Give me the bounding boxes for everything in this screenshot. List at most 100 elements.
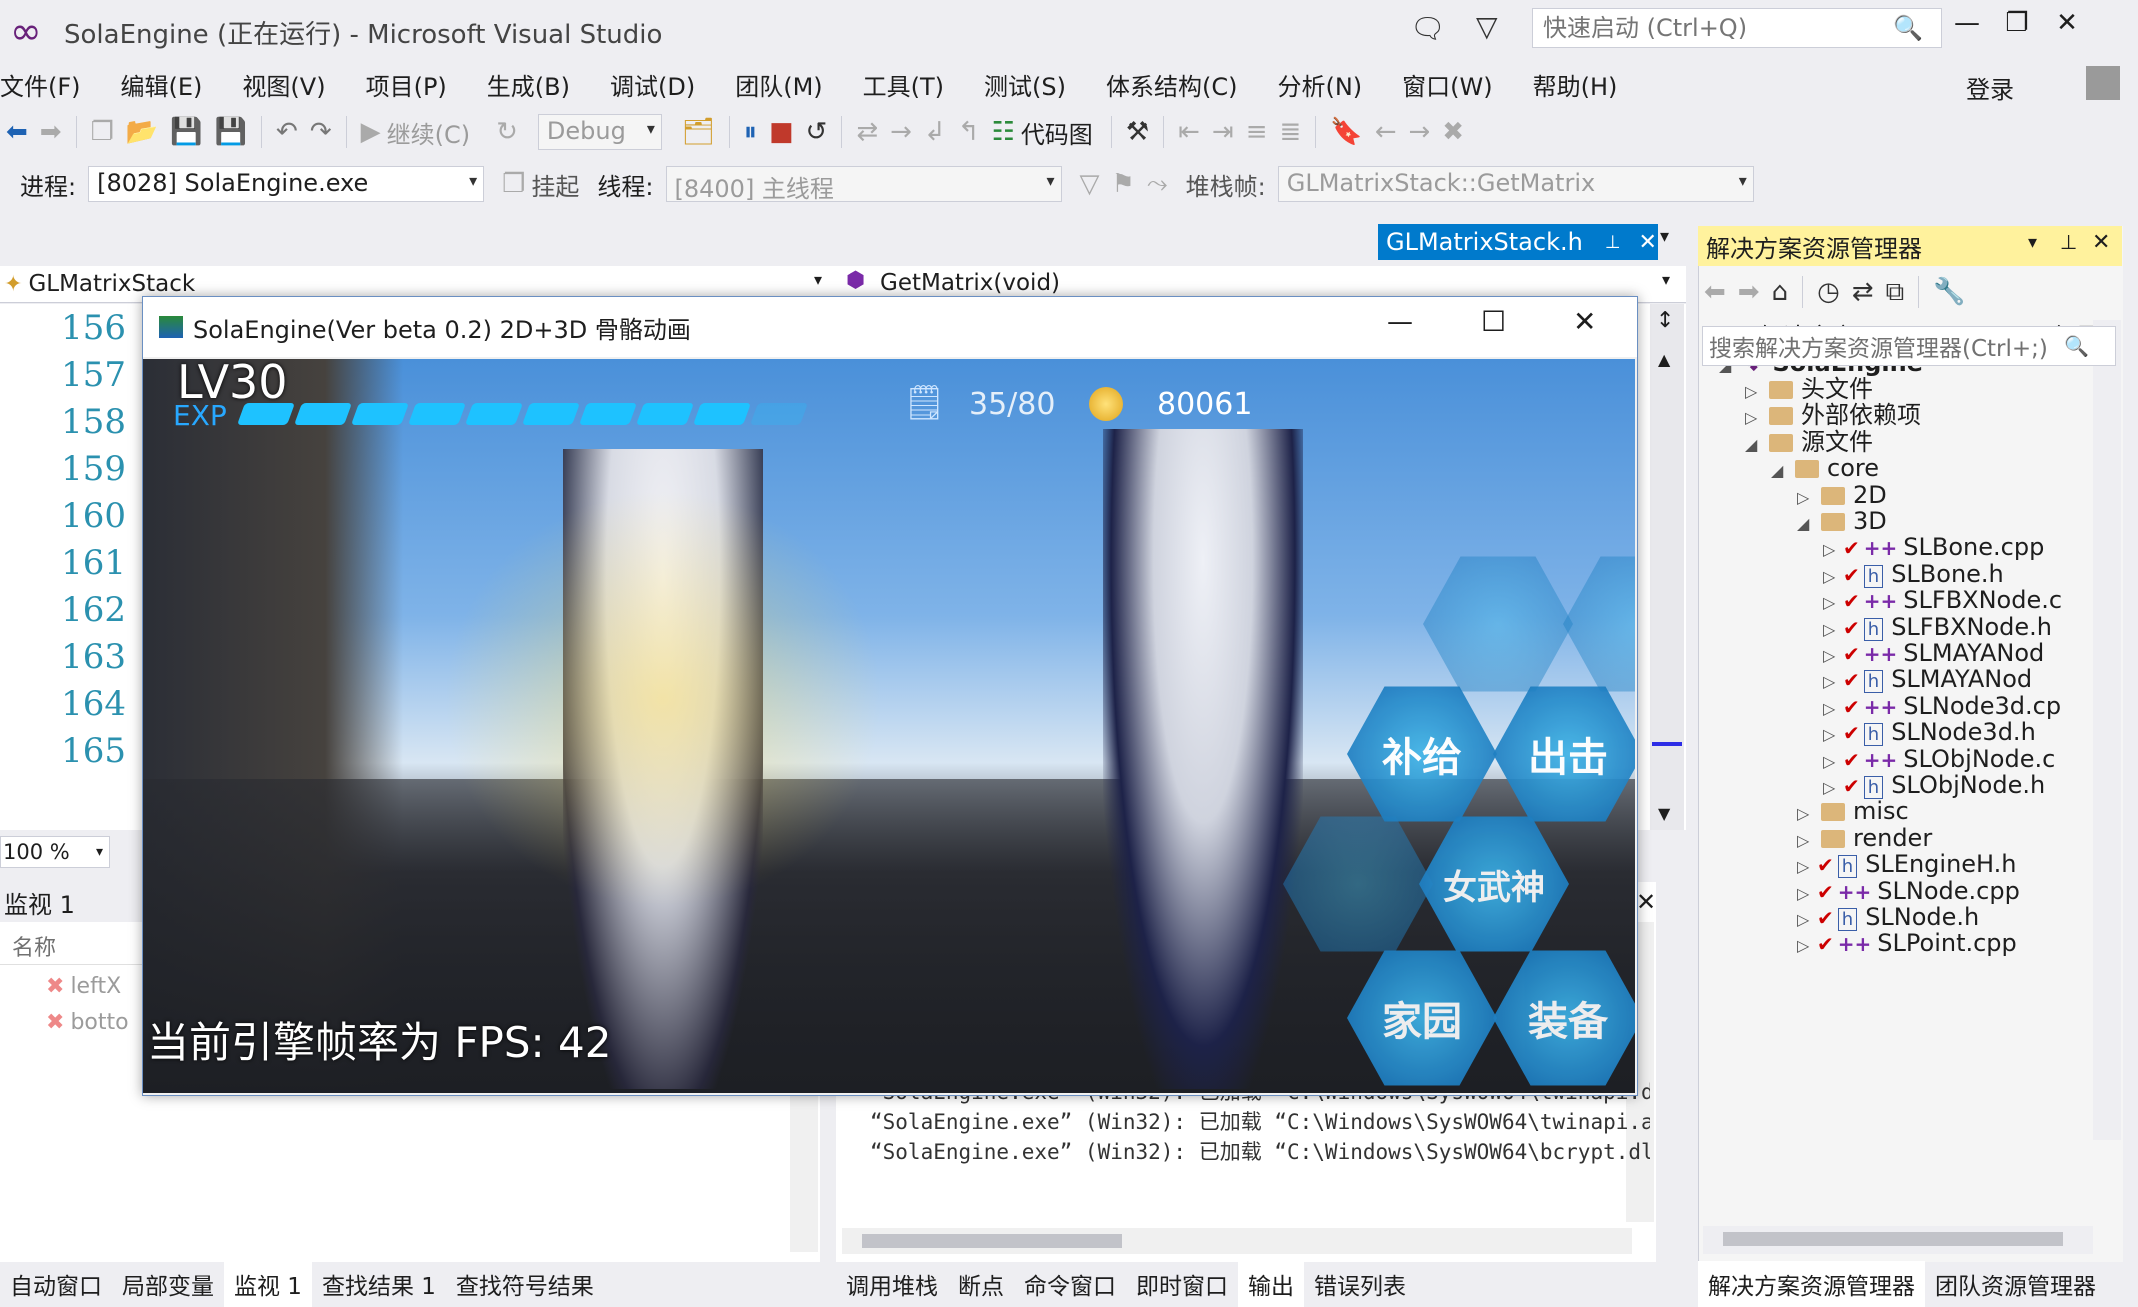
panel-tab[interactable]: 错误列表 [1304, 1261, 1416, 1307]
menu-item[interactable]: 生成(B) [487, 67, 570, 102]
filter-icon[interactable]: ▽ [1476, 10, 1498, 43]
zoom-select[interactable]: 100 % ▾ [0, 836, 110, 868]
panel-tab[interactable]: 查找符号结果 [446, 1261, 604, 1307]
game-maximize-button[interactable]: ☐ [1481, 305, 1506, 338]
panel-tab[interactable]: 输出 [1238, 1261, 1304, 1307]
menu-item[interactable]: 调试(D) [610, 67, 695, 102]
menu-item[interactable]: 工具(T) [863, 67, 944, 102]
prev-bookmark-icon[interactable]: ← [1369, 117, 1403, 147]
thread-select[interactable]: [8400] 主线程 ▾ [665, 166, 1062, 203]
filter-threads-icon[interactable]: ▽ [1074, 169, 1106, 199]
menu-item[interactable]: 测试(S) [984, 67, 1066, 102]
menu-item[interactable]: 项目(P) [366, 67, 447, 102]
solution-config-select[interactable]: Debug ▾ [537, 114, 662, 150]
save-icon[interactable]: 💾 [164, 117, 208, 147]
suspend-icon[interactable]: ❐ [496, 169, 531, 199]
diagnostic-tools-icon[interactable]: ⚒ [1120, 117, 1155, 147]
se-history-icon[interactable]: ◷ [1811, 277, 1846, 307]
panel-tab[interactable]: 查找结果 1 [312, 1261, 446, 1307]
restart-icon[interactable]: ↺ [800, 117, 834, 147]
expand-callstack-icon[interactable]: ⤳ [1141, 169, 1174, 200]
menu-item[interactable]: 文件(F) [0, 67, 81, 102]
stop-debugging-icon[interactable]: ■ [763, 117, 800, 147]
menu-item[interactable]: 编辑(E) [121, 67, 203, 102]
nav-scope-dropdown-icon[interactable]: ▾ [814, 270, 822, 289]
flag-threads-icon[interactable]: ⚑ [1106, 169, 1141, 199]
menu-item[interactable]: 视图(V) [242, 67, 325, 102]
expanded-arrow-icon[interactable]: ◢ [1797, 507, 1817, 541]
continue-icon[interactable]: ▶ [355, 117, 387, 147]
game-window[interactable]: SolaEngine(Ver beta 0.2) 2D+3D 骨骼动画 — ☐ … [142, 296, 1638, 1096]
open-file-icon[interactable]: 📂 [120, 117, 164, 147]
menu-item[interactable]: 体系结构(C) [1106, 67, 1237, 102]
step-over-icon[interactable]: ↲ [918, 117, 952, 147]
se-forward-icon[interactable]: ➡ [1732, 277, 1766, 307]
se-vertical-scrollbar[interactable] [2093, 320, 2121, 1140]
se-home-icon[interactable]: ⌂ [1766, 277, 1795, 307]
menu-item[interactable]: 帮助(H) [1533, 67, 1618, 102]
panel-tab[interactable]: 团队资源管理器 [1925, 1261, 2106, 1307]
save-all-icon[interactable]: 💾 [209, 117, 253, 147]
editor-vertical-scrollbar[interactable]: ↕ ▲ ▼ [1650, 304, 1684, 830]
stackframe-select[interactable]: GLMatrixStack::GetMatrix ▾ [1277, 166, 1754, 202]
close-tab-icon[interactable]: ✕ [1639, 230, 1657, 255]
refresh-icon[interactable]: ↻ [490, 117, 524, 147]
login-link[interactable]: 登录 [1966, 70, 2014, 105]
break-all-icon[interactable]: ⏸ [738, 117, 763, 148]
clear-bookmarks-icon[interactable]: ✖ [1436, 117, 1470, 147]
se-sync-icon[interactable]: ⇄ [1846, 277, 1880, 307]
suspend-button[interactable]: 挂起 [531, 167, 579, 202]
se-back-icon[interactable]: ⬅ [1698, 277, 1732, 307]
continue-button[interactable]: 继续(C) [387, 115, 470, 150]
se-properties-icon[interactable]: 🔧 [1927, 277, 1971, 307]
expanded-arrow-icon[interactable]: ◢ [1745, 428, 1765, 462]
find-in-files-icon[interactable]: 🗂 [676, 117, 721, 147]
outdent-icon[interactable]: ⇤ [1172, 117, 1206, 147]
panel-tab[interactable]: 断点 [948, 1261, 1014, 1307]
redo-icon[interactable]: ↷ [304, 117, 338, 147]
navigate-back-icon[interactable]: ⬅ [0, 117, 34, 147]
new-project-icon[interactable]: ❐ [85, 117, 120, 147]
menu-item[interactable]: 窗口(W) [1402, 67, 1492, 102]
menu-item[interactable]: 分析(N) [1277, 67, 1362, 102]
nav-member-dropdown-icon[interactable]: ▾ [1662, 270, 1670, 289]
indent-icon[interactable]: ⇥ [1206, 117, 1240, 147]
collapsed-arrow-icon[interactable]: ▷ [1797, 929, 1817, 963]
uncomment-icon[interactable]: ≣ [1274, 117, 1308, 147]
nav-member-select[interactable]: GetMatrix(void) [880, 270, 1060, 296]
se-search-input[interactable]: 搜索解决方案资源管理器(Ctrl+;) 🔍 [1702, 326, 2116, 366]
watch-row[interactable]: ✖ leftX [46, 968, 129, 1004]
minimize-button[interactable]: — [1942, 8, 1992, 38]
restore-button[interactable]: ❐ [1992, 8, 2042, 38]
bookmark-icon[interactable]: 🔖 [1324, 117, 1368, 147]
navigate-forward-icon[interactable]: ➡ [34, 117, 68, 147]
process-select[interactable]: [8028] SolaEngine.exe ▾ [88, 166, 485, 202]
tree-item[interactable]: ▷ ✔ ++ SLPoint.cpp [1797, 926, 2017, 960]
quick-launch-input[interactable] [1541, 13, 1885, 43]
quick-launch-box[interactable]: 🔍 [1532, 8, 1942, 48]
nav-scope-select[interactable]: GLMatrixStack [28, 271, 195, 297]
show-next-statement-icon[interactable]: ⇄ [850, 117, 884, 147]
game-minimize-button[interactable]: — [1387, 307, 1413, 337]
close-button[interactable]: ✕ [2042, 8, 2092, 38]
step-into-icon[interactable]: → [884, 117, 918, 147]
scroll-up-icon[interactable]: ▲ [1658, 350, 1670, 369]
panel-tab[interactable]: 局部变量 [112, 1261, 224, 1307]
comment-icon[interactable]: ≡ [1240, 117, 1274, 147]
account-avatar-icon[interactable] [2086, 66, 2120, 100]
feedback-icon[interactable]: 🗨 [1410, 12, 1446, 45]
panel-tab[interactable]: 即时窗口 [1126, 1261, 1238, 1307]
se-horizontal-scrollbar[interactable] [1703, 1226, 2093, 1254]
se-dropdown-icon[interactable]: ▾ [2028, 232, 2037, 253]
expanded-arrow-icon[interactable]: ◢ [1771, 454, 1791, 488]
scroll-down-icon[interactable]: ▼ [1658, 804, 1670, 823]
panel-tab[interactable]: 自动窗口 [0, 1261, 112, 1307]
tab-overflow-icon[interactable]: ▾ [1660, 226, 1669, 247]
code-map-icon[interactable]: ☷ [986, 117, 1021, 147]
panel-tab[interactable]: 监视 1 [224, 1261, 312, 1307]
undo-icon[interactable]: ↶ [270, 117, 304, 147]
output-horizontal-scrollbar[interactable] [842, 1228, 1632, 1254]
menu-item[interactable]: 团队(M) [735, 67, 822, 102]
game-viewport[interactable]: LV30 EXP 🗒 35/80 80061 当前引擎帧率为 FPS: 42 补… [143, 359, 1635, 1093]
split-editor-icon[interactable]: ↕ [1656, 308, 1674, 333]
